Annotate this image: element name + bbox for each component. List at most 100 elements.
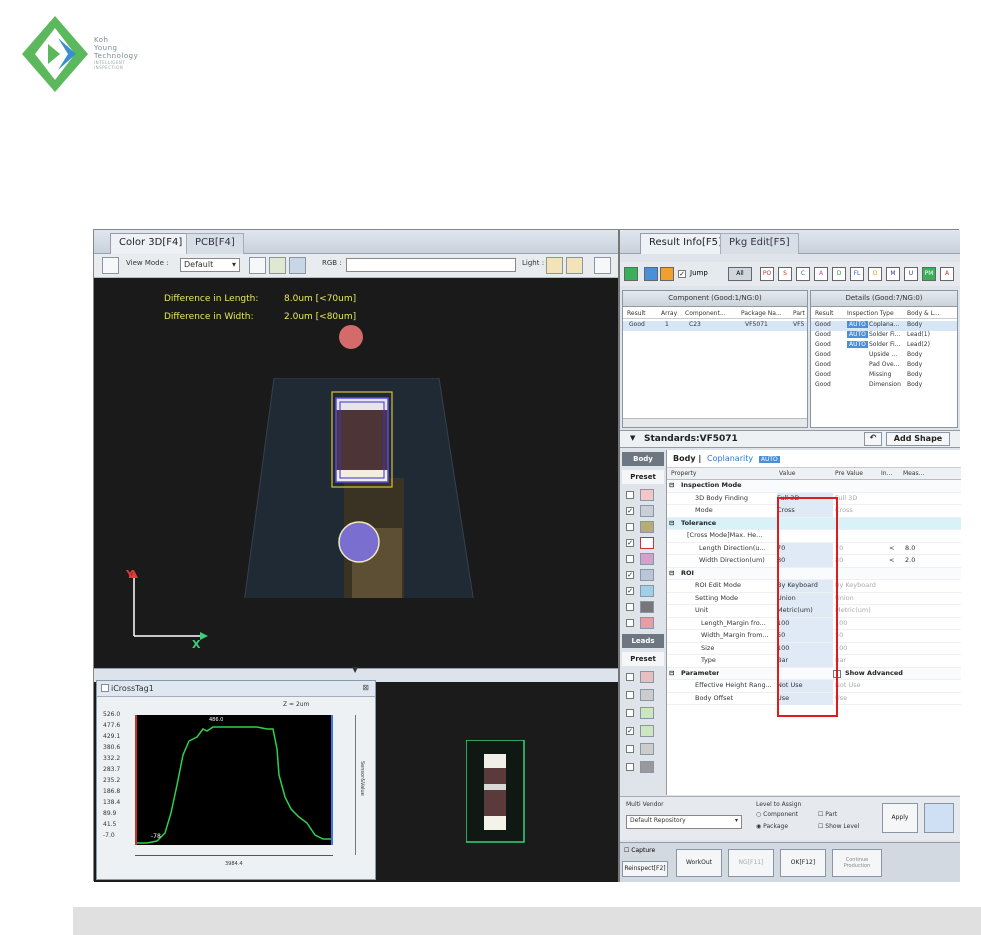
- settings-save-icon[interactable]: [924, 803, 954, 833]
- table-row[interactable]: Good Upside ... Body: [811, 351, 957, 361]
- jump-label: Jump: [690, 269, 708, 277]
- filter-all-button[interactable]: All: [728, 267, 752, 281]
- preset-checkbox[interactable]: [626, 709, 634, 717]
- property-title-link[interactable]: Coplanarity: [707, 454, 753, 463]
- color-3d-viewport[interactable]: Difference in Length: 8.0um [<70um] Diff…: [94, 278, 618, 668]
- ng-button[interactable]: NG[F11]: [728, 849, 774, 877]
- preset-row[interactable]: ✓: [626, 504, 660, 518]
- filter-pm-button[interactable]: PM: [922, 267, 936, 281]
- filter-a2-button[interactable]: A: [940, 267, 954, 281]
- leads-header[interactable]: Leads: [622, 634, 664, 648]
- preset-checkbox[interactable]: ✓: [626, 727, 634, 735]
- collapse-icon[interactable]: ▼: [630, 434, 635, 442]
- filter-a-button[interactable]: A: [814, 267, 828, 281]
- tab-result-info[interactable]: Result Info[F5]: [640, 233, 731, 254]
- continue-production-button[interactable]: Continue Production: [832, 849, 882, 877]
- preset-row[interactable]: [626, 552, 660, 566]
- tab-pcb[interactable]: PCB[F4]: [186, 233, 244, 254]
- light-position-marker[interactable]: [339, 325, 363, 349]
- preset-row[interactable]: [626, 600, 660, 614]
- preset-row[interactable]: [626, 706, 660, 720]
- component-radio[interactable]: ○ Component: [756, 811, 798, 818]
- table-row[interactable]: Good Missing Body: [811, 371, 957, 381]
- filter-u-button[interactable]: U: [904, 267, 918, 281]
- preset-checkbox[interactable]: [626, 745, 634, 753]
- filter-m-button[interactable]: M: [886, 267, 900, 281]
- table-row[interactable]: Good 1 C23 VF5071 VF5: [623, 321, 807, 331]
- preset-checkbox[interactable]: [626, 691, 634, 699]
- refresh-icon[interactable]: [624, 267, 638, 281]
- jump-checkbox[interactable]: ✓: [678, 270, 686, 278]
- filter-fl-button[interactable]: FL: [850, 267, 864, 281]
- part-checkbox[interactable]: ☐ Part: [818, 811, 837, 818]
- preset-2-icon: [640, 505, 654, 517]
- property-group-inspection-mode[interactable]: ⊟ Inspection Mode: [667, 480, 961, 493]
- cross-section-graph-window[interactable]: iCrossTag1 ⊠ Z = 2um 526.0 477.6 429.1 3…: [96, 680, 376, 880]
- preset-row[interactable]: [626, 688, 660, 702]
- preset-checkbox[interactable]: ✓: [626, 507, 634, 515]
- workout-button[interactable]: WorkOut: [676, 849, 722, 877]
- preset-row[interactable]: [626, 742, 660, 756]
- save-icon[interactable]: [594, 257, 611, 274]
- apply-button[interactable]: Apply: [882, 803, 918, 833]
- reinspect-button[interactable]: Reinspect[F2]: [622, 861, 668, 877]
- table-row[interactable]: Good AUTO Solder Fi... Lead(2): [811, 341, 957, 351]
- package-radio[interactable]: ◉ Package: [756, 823, 788, 830]
- view-mode-select[interactable]: Default ▾: [180, 258, 240, 272]
- preset-checkbox[interactable]: [626, 491, 634, 499]
- preset-row[interactable]: ✓: [626, 724, 660, 738]
- preset-row[interactable]: ✓: [626, 584, 660, 598]
- tab-color-3d[interactable]: Color 3D[F4]: [110, 233, 192, 254]
- light-two-icon[interactable]: [566, 257, 583, 274]
- preset-checkbox[interactable]: [626, 603, 634, 611]
- show-level-checkbox[interactable]: ☐ Show Level: [818, 823, 859, 830]
- preset-checkbox[interactable]: [626, 673, 634, 681]
- preset-checkbox[interactable]: [626, 523, 634, 531]
- view-settings-icon[interactable]: [102, 257, 119, 274]
- rgb-field[interactable]: [346, 258, 516, 272]
- preset-checkbox[interactable]: [626, 555, 634, 563]
- preset-row[interactable]: [626, 760, 660, 774]
- filter-o-button[interactable]: O: [868, 267, 882, 281]
- preset-row[interactable]: [626, 616, 660, 630]
- body-header[interactable]: Body: [622, 452, 664, 466]
- splitter-arrow-icon[interactable]: ▼: [352, 665, 358, 674]
- light-one-icon[interactable]: [546, 257, 563, 274]
- preset-checkbox[interactable]: ✓: [626, 539, 634, 547]
- close-icon[interactable]: ⊠: [362, 683, 369, 692]
- preset-checkbox[interactable]: ✓: [626, 587, 634, 595]
- preset-row[interactable]: [626, 520, 660, 534]
- preset-checkbox[interactable]: [626, 619, 634, 627]
- capture-checkbox[interactable]: ☐ Capture: [624, 847, 655, 854]
- table-row[interactable]: Good Dimension Body: [811, 381, 957, 391]
- height-profile-line: [137, 726, 331, 844]
- texture-view-icon[interactable]: [289, 257, 306, 274]
- tab-pkg-edit[interactable]: Pkg Edit[F5]: [720, 233, 799, 254]
- preset-row[interactable]: ✓: [626, 536, 660, 550]
- add-shape-button[interactable]: Add Shape: [886, 432, 950, 446]
- table-row[interactable]: Good Pad Ove... Body: [811, 361, 957, 371]
- preset-row[interactable]: ✓: [626, 568, 660, 582]
- horizontal-scrollbar[interactable]: [623, 418, 807, 427]
- preset-checkbox[interactable]: ✓: [626, 571, 634, 579]
- table-row[interactable]: Good AUTO Solder Fi... Lead(1): [811, 331, 957, 341]
- multi-vendor-select[interactable]: Default Repository ▾: [626, 815, 742, 829]
- filter-s-button[interactable]: S: [778, 267, 792, 281]
- multi-vendor-value: Default Repository: [630, 817, 686, 824]
- grid-view-icon[interactable]: [269, 257, 286, 274]
- preset-row[interactable]: [626, 488, 660, 502]
- cross-section-plot[interactable]: 486.0 -78: [135, 715, 333, 845]
- component-3d-render: [244, 378, 474, 598]
- filter-d-button[interactable]: D: [832, 267, 846, 281]
- flag-icon[interactable]: [660, 267, 674, 281]
- view-icon[interactable]: [644, 267, 658, 281]
- preset-checkbox[interactable]: [626, 763, 634, 771]
- filter-po-button[interactable]: PO: [760, 267, 774, 281]
- ok-button[interactable]: OK[F12]: [780, 849, 826, 877]
- preset-row[interactable]: [626, 670, 660, 684]
- ytick-label: 380.6: [103, 744, 121, 751]
- undo-icon[interactable]: ↶: [864, 432, 882, 446]
- filter-c-button[interactable]: C: [796, 267, 810, 281]
- table-row[interactable]: Good AUTO Coplana... Body: [811, 321, 957, 331]
- pcb-view-icon[interactable]: [249, 257, 266, 274]
